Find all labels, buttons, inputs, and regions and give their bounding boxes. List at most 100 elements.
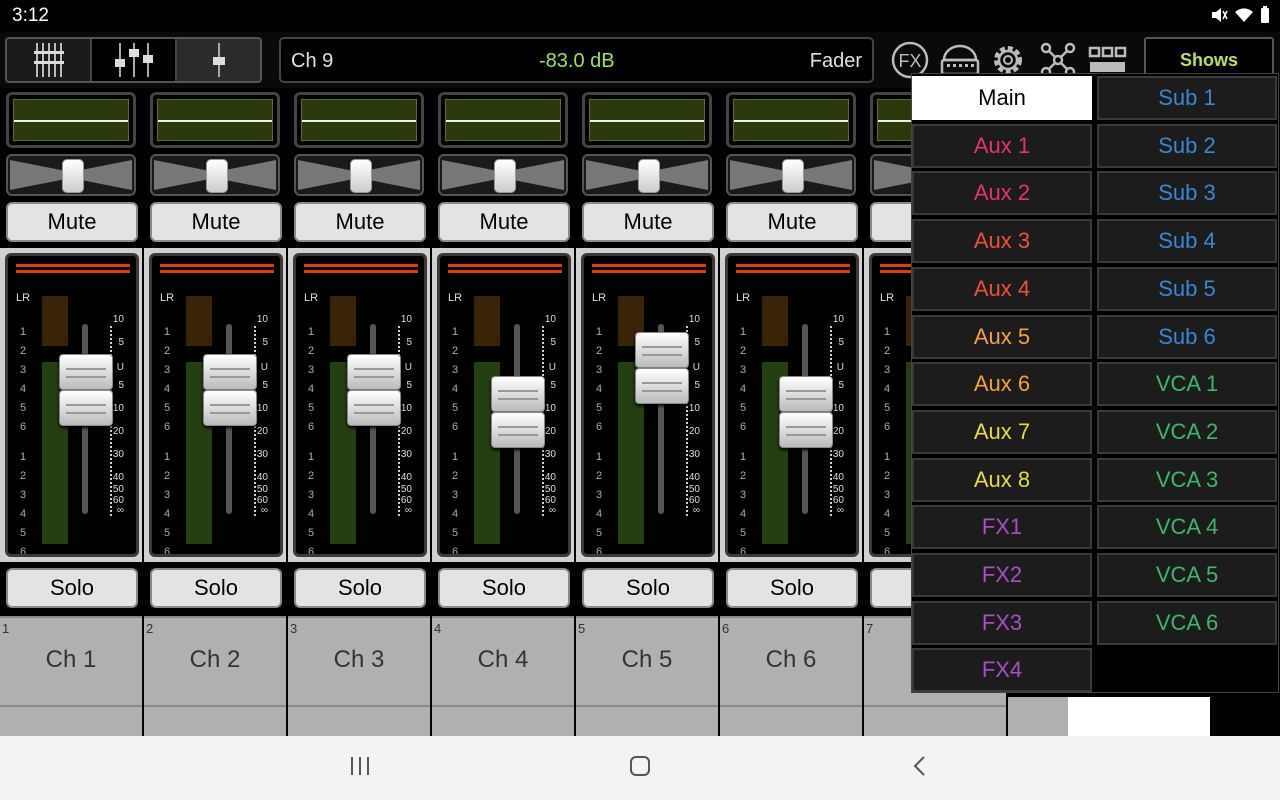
meter-scale-number: 4: [596, 508, 603, 520]
fader-scale-label: U: [548, 362, 556, 373]
strip-bottom: [576, 705, 718, 736]
fader-cap[interactable]: [779, 412, 833, 448]
eq-display[interactable]: [438, 92, 568, 148]
bus-option-vca-3[interactable]: VCA 3: [1097, 457, 1277, 502]
pan-knob[interactable]: [350, 159, 372, 193]
pan-control[interactable]: [582, 154, 712, 196]
channel-number: 4: [434, 621, 442, 636]
bus-option-aux-7[interactable]: Aux 7: [912, 409, 1092, 454]
bus-option-fx1[interactable]: FX1: [912, 505, 1092, 550]
bus-option-aux-2[interactable]: Aux 2: [912, 171, 1092, 216]
fader-cap[interactable]: [59, 390, 113, 426]
bus-option-vca-5[interactable]: VCA 5: [1097, 553, 1277, 597]
eq-display[interactable]: [150, 92, 280, 148]
bus-option-vca-1[interactable]: VCA 1: [1097, 362, 1277, 407]
pan-knob[interactable]: [494, 159, 516, 193]
mute-button[interactable]: Mute: [438, 202, 570, 242]
bus-option-vca-4[interactable]: VCA 4: [1097, 505, 1277, 550]
fader-scale-label: 50: [112, 484, 124, 495]
bus-option-aux-1[interactable]: Aux 1: [912, 123, 1092, 168]
pan-control[interactable]: [294, 154, 424, 196]
bus-option-sub-6[interactable]: Sub 6: [1097, 314, 1277, 359]
mute-button[interactable]: Mute: [294, 202, 426, 242]
fader-cap[interactable]: [203, 354, 257, 390]
eq-display[interactable]: [6, 92, 136, 148]
bus-option-fx4[interactable]: FX4: [912, 648, 1092, 693]
bus-option-sub-5[interactable]: Sub 5: [1097, 266, 1277, 311]
eq-curve: [157, 99, 273, 141]
pan-knob[interactable]: [62, 159, 84, 193]
eq-curve: [13, 99, 129, 141]
fader-scale-label: ∞: [836, 505, 844, 516]
fader-cap[interactable]: [635, 368, 689, 404]
fader-cap[interactable]: [635, 332, 689, 368]
bus-option-aux-5[interactable]: Aux 5: [912, 314, 1092, 359]
bus-option-fx3[interactable]: FX3: [912, 600, 1092, 645]
channel-name-tile[interactable]: 4 Ch 4: [432, 616, 574, 705]
fader-cap[interactable]: [347, 354, 401, 390]
fader-cap[interactable]: [203, 390, 257, 426]
bus-option-aux-6[interactable]: Aux 6: [912, 362, 1092, 407]
eq-display[interactable]: [582, 92, 712, 148]
channel-name: Ch 1: [45, 646, 97, 673]
channel-name-tile[interactable]: 6 Ch 6: [720, 616, 862, 705]
meter-scale-number: 6: [884, 546, 891, 557]
bus-option-sub-4[interactable]: Sub 4: [1097, 219, 1277, 264]
channel-name-tile[interactable]: 2 Ch 2: [144, 616, 286, 705]
view-single-button[interactable]: [175, 39, 260, 81]
channel-info-bar[interactable]: Ch 9 -83.0 dB Fader: [279, 37, 874, 83]
pan-knob[interactable]: [206, 159, 228, 193]
fader-scale-label: 5: [406, 337, 412, 348]
pan-knob[interactable]: [782, 159, 804, 193]
bus-option-aux-3[interactable]: Aux 3: [912, 219, 1092, 264]
mute-button[interactable]: Mute: [6, 202, 138, 242]
strip-bottom: [864, 705, 1006, 736]
view-overview-button[interactable]: [7, 39, 92, 81]
fader-scale-label: 20: [400, 426, 412, 437]
pan-knob[interactable]: [638, 159, 660, 193]
meter-scale-number: 5: [20, 527, 27, 539]
back-icon[interactable]: [908, 754, 932, 778]
solo-button[interactable]: Solo: [582, 568, 714, 608]
solo-button[interactable]: Solo: [726, 568, 858, 608]
status-icons: [1210, 6, 1270, 24]
pan-control[interactable]: [726, 154, 856, 196]
meter-scale-number: 2: [164, 345, 171, 357]
bus-option-sub-3[interactable]: Sub 3: [1097, 171, 1277, 216]
eq-display[interactable]: [726, 92, 856, 148]
solo-button[interactable]: Solo: [438, 568, 570, 608]
bus-option-sub-1[interactable]: Sub 1: [1097, 76, 1277, 120]
bus-option-vca-6[interactable]: VCA 6: [1097, 600, 1277, 645]
mute-button[interactable]: Mute: [726, 202, 858, 242]
pan-control[interactable]: [6, 154, 136, 196]
view-mixer-button[interactable]: [92, 39, 175, 81]
pan-control[interactable]: [150, 154, 280, 196]
eq-display[interactable]: [294, 92, 424, 148]
channel-name-tile[interactable]: 3 Ch 3: [288, 616, 430, 705]
bus-option-main[interactable]: Main: [912, 76, 1092, 120]
pan-control[interactable]: [438, 154, 568, 196]
solo-button[interactable]: Solo: [150, 568, 282, 608]
bus-option-aux-4[interactable]: Aux 4: [912, 266, 1092, 311]
meter-scale-number: 5: [884, 402, 891, 414]
bus-option-vca-2[interactable]: VCA 2: [1097, 409, 1277, 454]
fader-cap[interactable]: [59, 354, 113, 390]
bus-option-sub-2[interactable]: Sub 2: [1097, 123, 1277, 168]
channel-name-tile[interactable]: 1 Ch 1: [0, 616, 142, 705]
solo-button[interactable]: Solo: [294, 568, 426, 608]
mute-button[interactable]: Mute: [150, 202, 282, 242]
meter-scale-number: 3: [452, 364, 459, 376]
meter-scale-number: 5: [884, 527, 891, 539]
channel-strip: Mute LR 123456123456105U5102030405060∞ S…: [144, 88, 288, 736]
recent-apps-icon[interactable]: [348, 754, 372, 778]
fader-cap[interactable]: [779, 376, 833, 412]
fader-cap[interactable]: [491, 412, 545, 448]
bus-option-aux-8[interactable]: Aux 8: [912, 457, 1092, 502]
channel-name-tile[interactable]: 5 Ch 5: [576, 616, 718, 705]
mute-button[interactable]: Mute: [582, 202, 714, 242]
fader-cap[interactable]: [491, 376, 545, 412]
home-icon[interactable]: [628, 754, 652, 778]
fader-cap[interactable]: [347, 390, 401, 426]
solo-button[interactable]: Solo: [6, 568, 138, 608]
bus-option-fx2[interactable]: FX2: [912, 553, 1092, 597]
